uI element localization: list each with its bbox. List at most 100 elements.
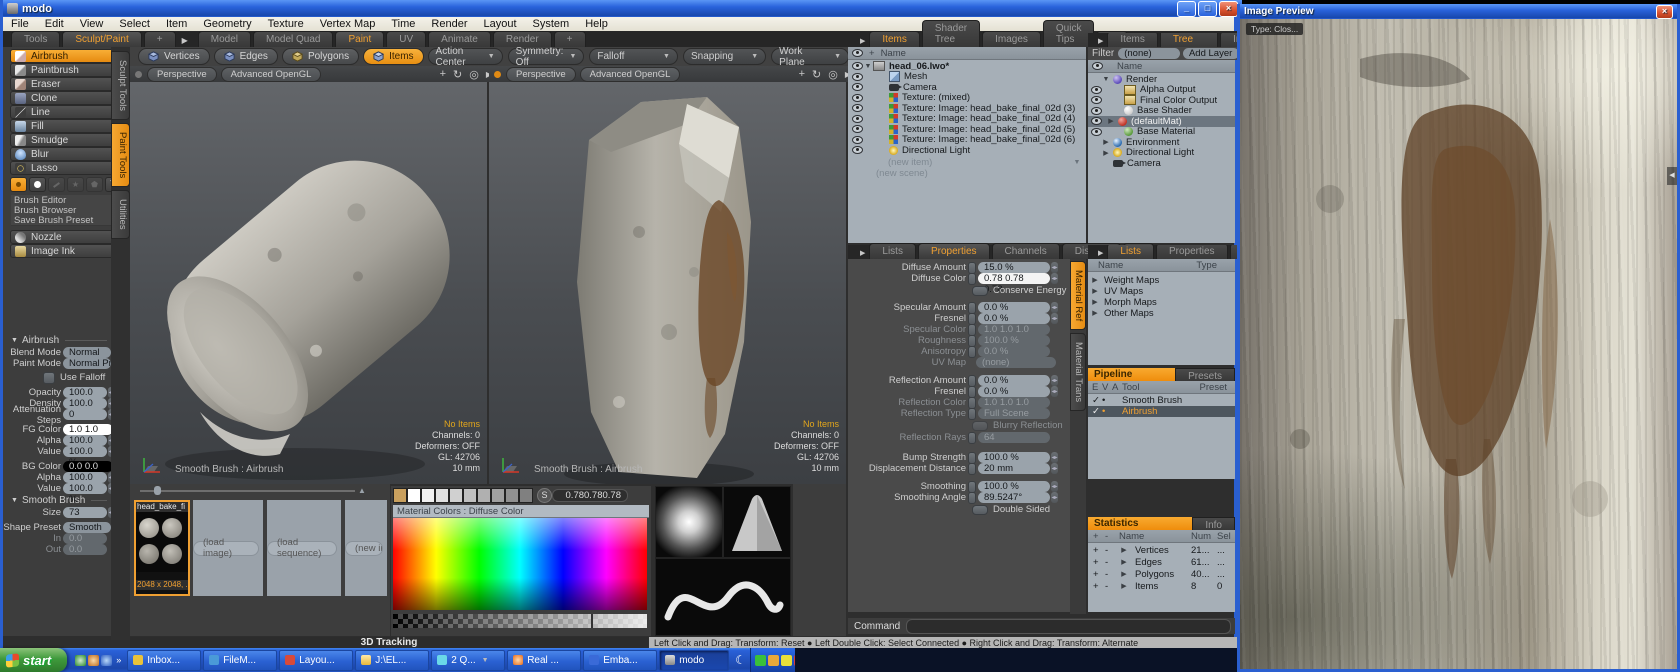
taskbar-button-layout[interactable]: Layou... bbox=[279, 650, 353, 671]
stat-row-items[interactable]: +-▶Items80 bbox=[1088, 581, 1235, 592]
tab-paint[interactable]: Paint bbox=[335, 31, 384, 47]
tab-presets[interactable]: Presets bbox=[1175, 368, 1235, 381]
item-row-mesh[interactable]: Mesh bbox=[848, 72, 1086, 83]
displacement-field[interactable]: 20 mm bbox=[978, 463, 1050, 474]
tab-channels[interactable]: Channels bbox=[992, 243, 1060, 259]
mode-items-button[interactable]: Items bbox=[363, 48, 423, 65]
fg-color-field[interactable]: 1.0 1.0 1.0 bbox=[63, 424, 113, 435]
tab-utilities[interactable]: Utilities bbox=[111, 190, 130, 239]
roughness-field[interactable]: 100.0 % bbox=[978, 335, 1050, 346]
bg-alpha-field[interactable]: 100.0 % bbox=[63, 472, 107, 483]
tool-blur[interactable]: Blur bbox=[10, 147, 119, 161]
shader-row-base-material[interactable]: Base Material bbox=[1088, 127, 1235, 138]
mode-polygons-button[interactable]: Polygons bbox=[282, 48, 359, 65]
rotate-view-icon[interactable]: ↻ bbox=[453, 68, 462, 81]
tab-shader-tree[interactable]: Shader Tree bbox=[922, 20, 980, 47]
list-row-morph-maps[interactable]: ▶Morph Maps bbox=[1088, 297, 1235, 308]
eye-icon[interactable] bbox=[852, 62, 863, 70]
mode-edges-button[interactable]: Edges bbox=[214, 48, 278, 65]
uv-map-dropdown[interactable]: (none) bbox=[976, 357, 1056, 368]
left-viewport-renderer-pill[interactable]: Advanced OpenGL bbox=[221, 67, 322, 82]
tab-items-2[interactable]: Items bbox=[1107, 33, 1157, 47]
fg-alpha-field[interactable]: 100.0 % bbox=[63, 435, 107, 446]
list-row-uv-maps[interactable]: ▶UV Maps bbox=[1088, 286, 1235, 297]
paint-mode-dropdown[interactable]: Normal Proj ... bbox=[63, 358, 111, 369]
tab-info[interactable]: Info bbox=[1192, 517, 1235, 530]
clock-app-icon[interactable]: ☾ bbox=[735, 653, 746, 667]
shader-row-environment[interactable]: ▶Environment bbox=[1088, 137, 1235, 148]
mode-vertices-button[interactable]: Vertices bbox=[138, 48, 210, 65]
item-row-new-scene[interactable]: (new scene) bbox=[848, 168, 1086, 179]
displacement-stepper[interactable]: ◂▸ bbox=[1051, 463, 1058, 474]
brush-tip-hard-button[interactable] bbox=[29, 177, 46, 192]
shader-row-render[interactable]: ▼Render bbox=[1088, 74, 1235, 85]
statistics-title[interactable]: Statistics bbox=[1088, 517, 1192, 530]
tab-uv[interactable]: UV bbox=[386, 31, 426, 47]
item-row-texture-5[interactable]: Texture: Image: head_bake_final_02d (5) bbox=[848, 124, 1086, 135]
add-layer-dropdown[interactable]: Add Layer bbox=[1183, 48, 1239, 59]
menu-file[interactable]: File bbox=[3, 18, 37, 30]
panel-menu-icon[interactable]: ▶ bbox=[860, 37, 865, 45]
brush-falloff-preview[interactable] bbox=[656, 487, 722, 557]
smoothing-field[interactable]: 100.0 % bbox=[978, 481, 1050, 492]
tab-material-trans[interactable]: Material Trans bbox=[1070, 333, 1086, 411]
preview-close-button[interactable]: × bbox=[1656, 5, 1673, 19]
item-row-texture-mixed[interactable]: Texture: (mixed) bbox=[848, 93, 1086, 104]
env-toggle[interactable] bbox=[968, 335, 976, 347]
tab-model-quad[interactable]: Model Quad bbox=[253, 31, 333, 47]
close-button[interactable]: × bbox=[1219, 1, 1238, 17]
eye-icon[interactable] bbox=[1091, 96, 1102, 104]
tool-clone[interactable]: Clone bbox=[10, 91, 119, 105]
env-toggle[interactable] bbox=[968, 408, 976, 420]
menu-time[interactable]: Time bbox=[383, 18, 423, 30]
tracking-bar[interactable]: 3D Tracking bbox=[130, 637, 648, 648]
tab-items[interactable]: Items bbox=[869, 31, 919, 47]
modo-title-bar[interactable]: modo _ □ × bbox=[3, 0, 1242, 17]
swatch-9[interactable] bbox=[519, 488, 533, 503]
tab-tools[interactable]: Tools bbox=[11, 31, 60, 47]
env-toggle[interactable] bbox=[968, 346, 976, 358]
tray-icon-2[interactable] bbox=[768, 655, 779, 666]
reflection-stepper[interactable]: ◂▸ bbox=[1051, 375, 1058, 386]
swatch-7[interactable] bbox=[491, 488, 505, 503]
swatch-tan[interactable] bbox=[393, 488, 407, 503]
shader-row-final-color[interactable]: Final Color Output bbox=[1088, 95, 1235, 106]
env-toggle[interactable] bbox=[968, 386, 976, 398]
viewport-thumb-icon-2[interactable] bbox=[494, 71, 501, 78]
shader-row-alpha-output[interactable]: Alpha Output bbox=[1088, 85, 1235, 96]
fresnel2-stepper[interactable]: ◂▸ bbox=[1051, 386, 1058, 397]
env-toggle[interactable] bbox=[968, 481, 976, 493]
quicklaunch-icon-3[interactable] bbox=[101, 655, 112, 666]
tool-smudge[interactable]: Smudge bbox=[10, 133, 119, 147]
env-toggle[interactable] bbox=[968, 375, 976, 387]
action-center-dropdown[interactable]: Action Center▼ bbox=[428, 48, 503, 65]
opacity-field[interactable]: 100.0 % bbox=[63, 387, 107, 398]
tab-shader-tree-2[interactable]: Shader Tree bbox=[1160, 33, 1218, 47]
shape-in-field[interactable]: 0.0 bbox=[63, 533, 107, 544]
menu-geometry[interactable]: Geometry bbox=[195, 18, 259, 30]
menu-view[interactable]: View bbox=[72, 18, 112, 30]
symmetry-dropdown[interactable]: Symmetry: Off▼ bbox=[508, 48, 585, 65]
fg-value-field[interactable]: 100.0 % bbox=[63, 446, 107, 457]
airbrush-section-header[interactable]: ▼Airbrush bbox=[11, 335, 107, 346]
tab-quick-tips[interactable]: Quick Tips bbox=[1043, 20, 1095, 47]
taskbar-button-quicktime[interactable]: 2 Q...▼ bbox=[431, 650, 505, 671]
menu-vertex-map[interactable]: Vertex Map bbox=[312, 18, 384, 30]
tool-line[interactable]: Line bbox=[10, 105, 119, 119]
conserve-energy-checkbox[interactable] bbox=[972, 286, 988, 296]
swatch-5[interactable] bbox=[463, 488, 477, 503]
shape-out-field[interactable]: 0.0 bbox=[63, 544, 107, 555]
env-toggle[interactable] bbox=[968, 324, 976, 336]
item-row-scene[interactable]: ▼head_06.lwo* bbox=[848, 61, 1086, 72]
attenuation-steps-field[interactable]: 0 bbox=[63, 409, 107, 420]
anisotropy-field[interactable]: 0.0 % bbox=[978, 346, 1050, 357]
list-row-other-maps[interactable]: ▶Other Maps bbox=[1088, 308, 1235, 319]
quicklaunch-icon-1[interactable] bbox=[75, 655, 86, 666]
swatch-2[interactable] bbox=[421, 488, 435, 503]
brush-tip-soft-button[interactable] bbox=[10, 177, 27, 192]
menu-layout[interactable]: Layout bbox=[475, 18, 524, 30]
eye-icon[interactable] bbox=[852, 136, 863, 144]
brush-tip-procedural-button[interactable] bbox=[48, 177, 65, 192]
tab-sculpt-tools[interactable]: Sculpt Tools bbox=[111, 51, 130, 120]
menu-help[interactable]: Help bbox=[577, 18, 616, 30]
